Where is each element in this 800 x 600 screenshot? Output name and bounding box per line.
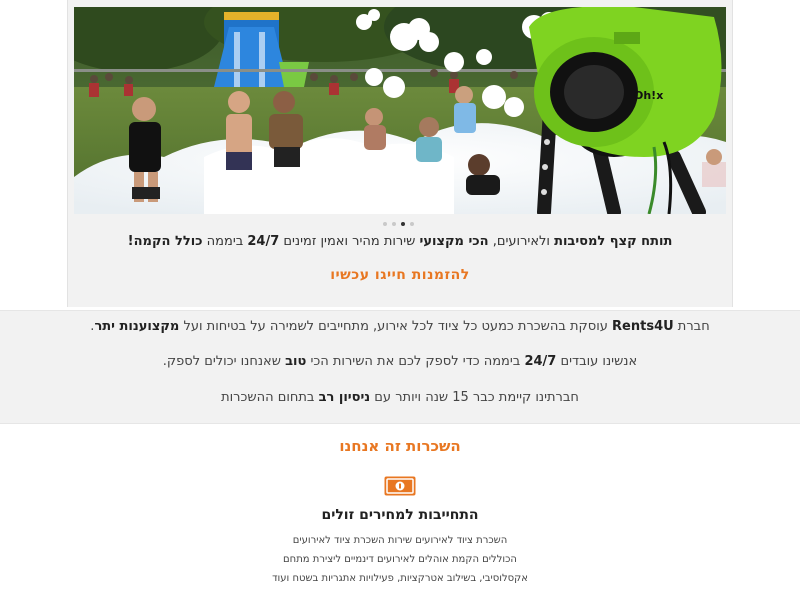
about-strong: Rents4U bbox=[612, 319, 674, 334]
feature-title: התחייבות למחירים זולים bbox=[321, 507, 479, 523]
hero-section: Oh!x תותח קצף למסיבות ולאירועים, הכי מקצ… bbox=[0, 0, 800, 307]
machine-brand-text: Oh!x bbox=[634, 89, 663, 102]
tagline-strong: הכי מקצועי bbox=[419, 234, 489, 249]
tagline-strong: כולל הקמה! bbox=[127, 234, 203, 249]
call-now-link[interactable]: להזמנות חייגו עכשיו bbox=[250, 267, 550, 283]
about-strong: ניסיון רב bbox=[318, 390, 371, 405]
hero-tagline: תותח קצף למסיבות ולאירועים, הכי מקצועי ש… bbox=[80, 232, 720, 252]
about-text: אנשינו עובדים bbox=[556, 354, 638, 369]
about-paragraph: אנשינו עובדים 24/7 ביממה כדי לספק לכם את… bbox=[20, 353, 780, 371]
tagline-strong: תותח קצף למסיבות bbox=[554, 234, 673, 249]
about-strong: טוב bbox=[285, 354, 307, 369]
carousel-dot-active[interactable] bbox=[401, 222, 405, 226]
about-text: שאנחנו יכולים לספק. bbox=[162, 354, 286, 369]
carousel-dot[interactable] bbox=[392, 222, 396, 226]
about-text: ביממה כדי לספק לכם את השירות הכי bbox=[306, 354, 525, 369]
about-paragraph: חברת Rents4U עוסקת בהשכרת כמעט כל ציוד ל… bbox=[20, 318, 780, 336]
about-section: חברת Rents4U עוסקת בהשכרת כמעט כל ציוד ל… bbox=[0, 310, 800, 424]
about-text: חברתינו קיימת כבר 15 שנה ויותר עם bbox=[370, 390, 579, 405]
feature-text-line: השכרת ציוד לאירועים שירות השכרת ציוד לאי… bbox=[292, 535, 508, 546]
feature-text-line: הכוללים הקמת אוהלים לאירועים דינמיים ליצ… bbox=[283, 554, 517, 565]
section-title: השכרות זה אנחנו bbox=[339, 437, 461, 455]
about-strong: מקצוענות יתר bbox=[94, 319, 180, 334]
foam-party-photo: Oh!x bbox=[74, 7, 726, 214]
about-strong: 24/7 bbox=[524, 354, 557, 369]
hero-carousel-image[interactable]: Oh!x bbox=[74, 7, 726, 214]
about-text: חברת bbox=[673, 319, 710, 334]
carousel-dot[interactable] bbox=[410, 222, 414, 226]
tagline-text: ולאירועים, bbox=[488, 234, 555, 249]
about-paragraph: חברתינו קיימת כבר 15 שנה ויותר עם ניסיון… bbox=[20, 389, 780, 407]
money-bill-icon bbox=[384, 476, 416, 496]
tagline-strong: 24/7 bbox=[247, 234, 280, 249]
about-text: בתחום ההשכרות bbox=[221, 390, 319, 405]
tagline-text: שירות מהיר ואמין זמינים bbox=[279, 234, 420, 249]
feature-text-line: אקסלוסיבי, בשילוב אטרקציות, פעילויות אתג… bbox=[272, 573, 528, 584]
carousel-dot[interactable] bbox=[383, 222, 387, 226]
about-text: עוסקת בהשכרת כמעט כל ציוד לכל אירוע, מתח… bbox=[179, 319, 613, 334]
carousel-dots bbox=[383, 222, 414, 226]
tagline-text: ביממה bbox=[202, 234, 248, 249]
